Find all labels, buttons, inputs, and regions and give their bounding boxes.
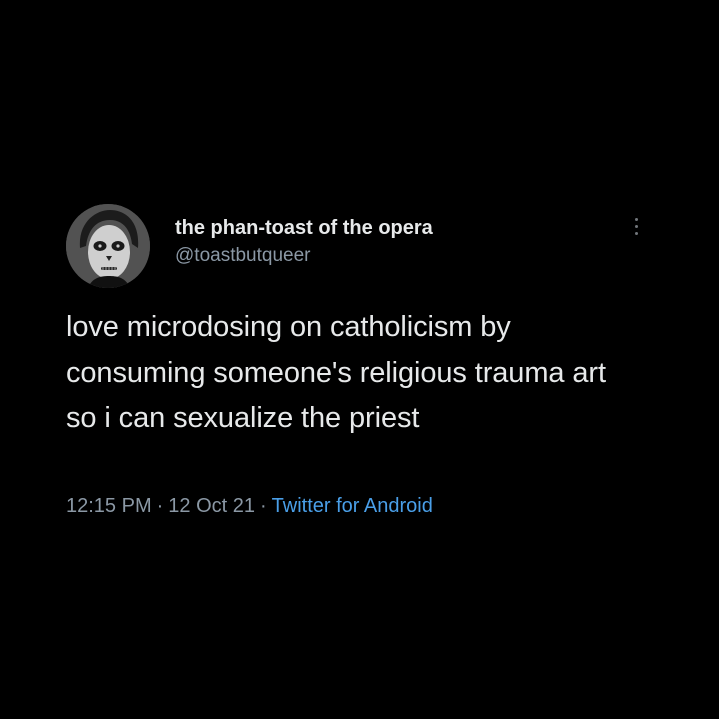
tweet-card: the phan-toast of the opera @toastbutque…	[66, 204, 666, 534]
more-dot	[634, 218, 638, 221]
tweet-source-link[interactable]: Twitter for Android	[272, 495, 433, 517]
tweet-text: love microdosing on catholicism by consu…	[66, 311, 606, 434]
user-info[interactable]: the phan-toast of the opera @toastbutque…	[175, 216, 433, 268]
meta-separator: ·	[156, 495, 164, 517]
user-handle[interactable]: @toastbutqueer	[175, 244, 433, 268]
display-name[interactable]: the phan-toast of the opera	[175, 216, 433, 240]
avatar[interactable]	[66, 204, 150, 288]
tweet-time[interactable]: 12:15 PM	[66, 495, 152, 517]
meta-separator: ·	[260, 495, 267, 517]
tweet-metadata: 12:15 PM · 12 Oct 21 · Twitter for Android	[66, 493, 433, 519]
more-vertical-icon[interactable]	[630, 218, 642, 240]
tweet-date[interactable]: 12 Oct 21	[168, 495, 255, 517]
avatar-image	[66, 204, 150, 288]
more-dot	[634, 232, 638, 235]
more-dot	[634, 225, 638, 228]
